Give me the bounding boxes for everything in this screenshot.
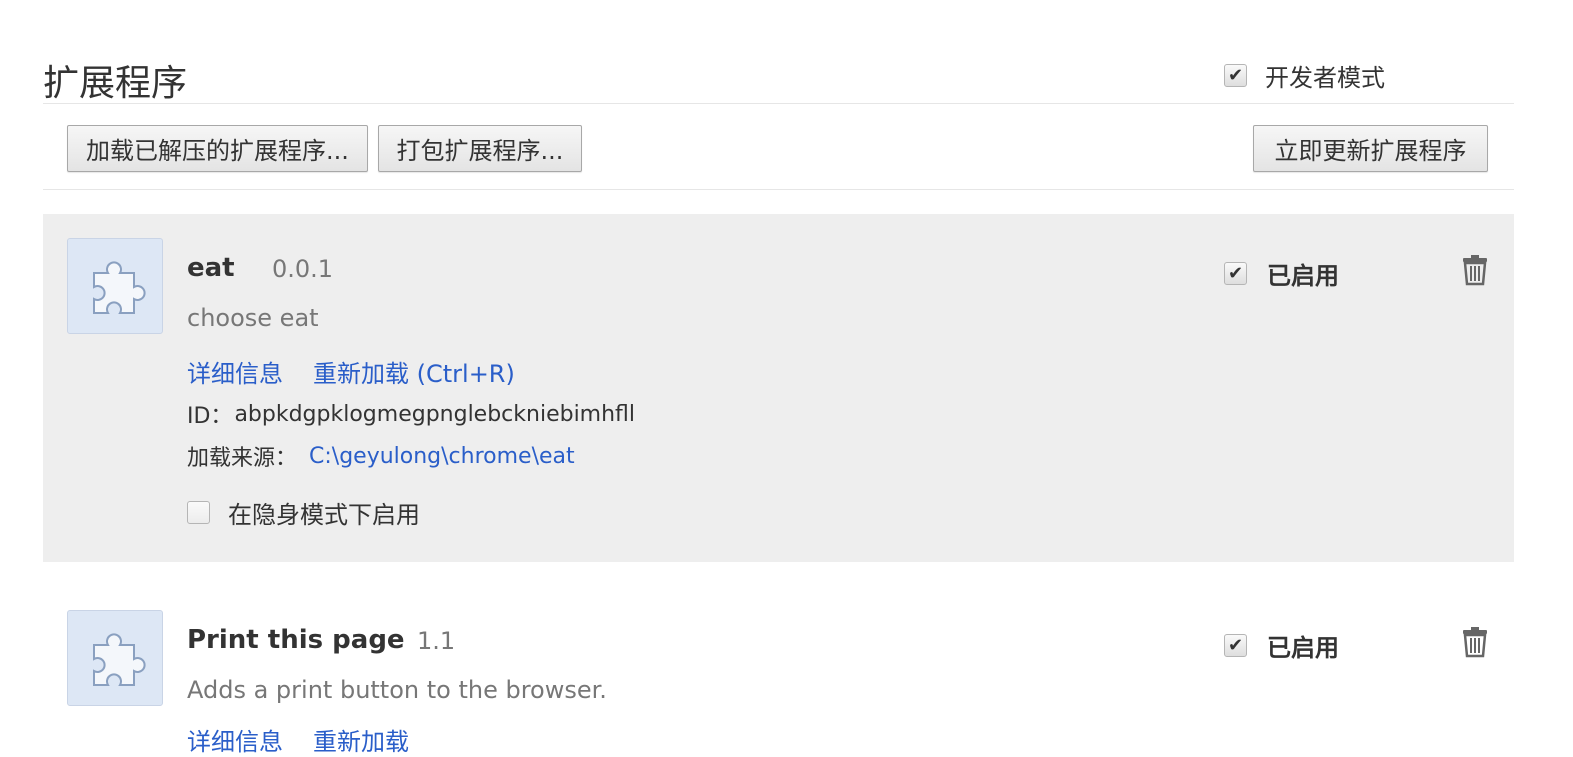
extension-description: choose eat: [187, 304, 319, 332]
reload-link[interactable]: 重新加载 (Ctrl+R): [313, 354, 515, 389]
extension-version: 1.1: [417, 627, 456, 655]
enabled-checkbox[interactable]: ✔: [1224, 634, 1247, 657]
extension-name: eat: [187, 253, 235, 283]
trash-icon[interactable]: [1461, 626, 1489, 658]
enabled-toggle[interactable]: ✔ 已启用: [1224, 628, 1339, 663]
load-source-row: 加载来源： C:\geyulong\chrome\eat: [187, 440, 575, 472]
extension-description: Adds a print button to the browser.: [187, 676, 607, 704]
details-link[interactable]: 详细信息: [187, 354, 283, 389]
puzzle-icon: [67, 238, 163, 334]
developer-mode-toggle[interactable]: ✔ 开发者模式: [1224, 58, 1385, 93]
extension-links: 详细信息 重新加载 (Ctrl+R): [187, 354, 515, 389]
reload-link[interactable]: 重新加载: [313, 722, 409, 757]
enabled-label: 已启用: [1267, 262, 1339, 290]
extension-item-print-this-page: Print this page 1.1 Adds a print button …: [43, 586, 1514, 756]
pack-extension-button[interactable]: 打包扩展程序...: [378, 125, 582, 172]
extension-item-eat: eat 0.0.1 choose eat 详细信息 重新加载 (Ctrl+R) …: [43, 214, 1514, 562]
id-value: abpkdgpklogmegpnglebckniebimhfll: [234, 401, 636, 427]
check-icon: ✔: [1227, 64, 1244, 86]
check-icon: ✔: [1227, 634, 1244, 656]
check-icon: ✔: [1227, 262, 1244, 284]
enabled-toggle[interactable]: ✔ 已启用: [1224, 256, 1339, 291]
update-extensions-button[interactable]: 立即更新扩展程序: [1253, 125, 1488, 172]
extension-id-row: ID： abpkdgpklogmegpnglebckniebimhfll: [187, 398, 635, 430]
incognito-label: 在隐身模式下启用: [228, 501, 420, 529]
extension-version: 0.0.1: [272, 255, 334, 283]
toolbar-divider: [43, 189, 1514, 190]
enabled-checkbox[interactable]: ✔: [1224, 262, 1247, 285]
developer-mode-label: 开发者模式: [1265, 64, 1385, 92]
enabled-label: 已启用: [1267, 634, 1339, 662]
trash-icon[interactable]: [1461, 254, 1489, 286]
extension-links: 详细信息 重新加载: [187, 722, 409, 757]
details-link[interactable]: 详细信息: [187, 722, 283, 757]
incognito-toggle[interactable]: 在隐身模式下启用: [187, 495, 420, 530]
page-title: 扩展程序: [43, 63, 188, 105]
id-label: ID：: [187, 404, 233, 429]
header-divider: [43, 103, 1514, 104]
puzzle-icon: [67, 610, 163, 706]
load-source-label: 加载来源：: [187, 446, 298, 471]
developer-mode-checkbox[interactable]: ✔: [1224, 64, 1247, 87]
extension-name: Print this page: [187, 625, 405, 655]
load-source-link[interactable]: C:\geyulong\chrome\eat: [309, 444, 575, 469]
incognito-checkbox[interactable]: [187, 501, 210, 524]
load-unpacked-button[interactable]: 加载已解压的扩展程序...: [67, 125, 368, 172]
